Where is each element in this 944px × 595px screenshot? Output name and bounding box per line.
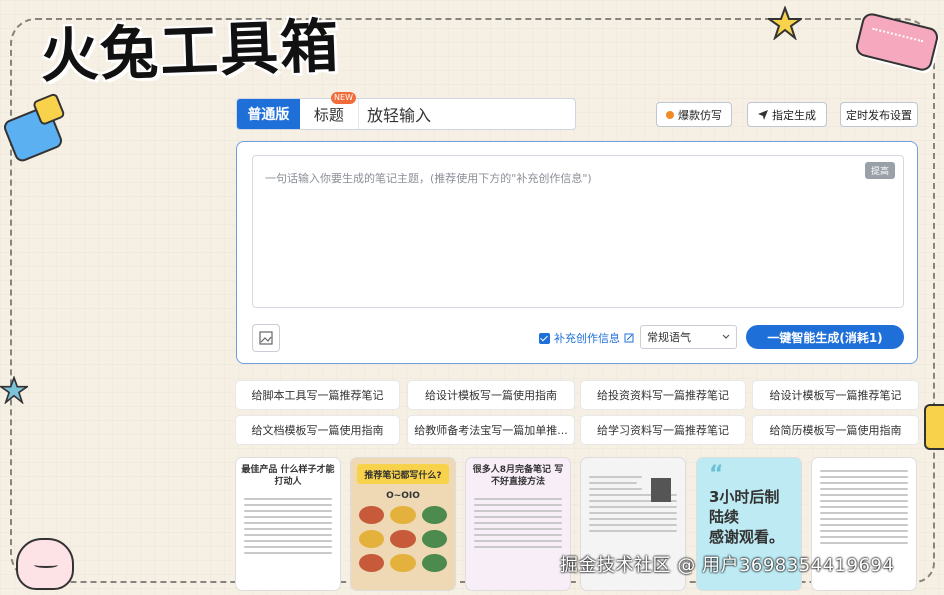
tab-title-label: 标题 [313,105,344,124]
improve-chip[interactable]: 提高 [864,162,895,179]
bear-sticker [16,538,74,590]
fixed-generate-label: 指定生成 [772,108,816,122]
thumbnail-title: 很多人8月完备笔记 写不好直接方法 [472,465,564,487]
suggestion-chip[interactable]: 给文档模板写一篇使用指南 [236,416,399,444]
thumbnail-icons [351,502,455,576]
template-thumbnail[interactable]: 很多人8月完备笔记 写不好直接方法 [466,458,570,590]
thumbnail-title: 最佳产品 什么样子才能打动人 [241,465,335,487]
tab-normal[interactable]: 普通版 [237,99,300,129]
imitate-label: 爆款仿写 [678,108,722,122]
fixed-generate-button[interactable]: 指定生成 [747,102,827,127]
quote-icon: “ [709,462,724,487]
mode-bar: 普通版 标题 NEW [236,92,576,130]
supplement-checkbox[interactable]: 补充创作信息 [539,330,634,346]
schedule-button[interactable]: 定时发布设置 [840,102,918,127]
star-sticker-icon [768,6,802,40]
pencil-sticker [924,404,944,450]
thumbnail-lines [236,490,340,562]
watermark: 掘金技术社区 @ 用户3698354419694 [560,555,895,576]
send-icon [758,109,768,120]
new-badge: NEW [331,92,356,104]
suggestion-chip[interactable]: 给投资资料写一篇推荐笔记 [581,381,745,409]
fire-icon [666,110,674,119]
tone-value: 常规语气 [647,331,691,344]
template-thumbnail[interactable]: 推荐笔记都写什么? O~OIO [351,458,455,590]
resume-photo [651,478,671,502]
editor-panel: 提高 补充创作信息 常规语气 一键智能生成(消耗1) [236,141,918,364]
suggestion-chip[interactable]: 给设计模板写一篇推荐笔记 [753,381,918,409]
title-input[interactable] [359,99,575,129]
thumbnail-lines [466,490,570,556]
supplement-label: 补充创作信息 [554,332,620,345]
upload-image-button[interactable] [252,324,280,352]
suggestion-chip[interactable]: 给设计模板写一篇使用指南 [408,381,574,409]
suggestion-chip[interactable]: 给脚本工具写一篇推荐笔记 [236,381,399,409]
generate-button[interactable]: 一键智能生成(消耗1) [746,325,904,349]
imitate-button[interactable]: 爆款仿写 [656,102,732,127]
suggestion-chip[interactable]: 给学习资料写一篇推荐笔记 [581,416,745,444]
checkbox-icon [539,332,550,344]
tab-title[interactable]: 标题 NEW [300,92,359,129]
thumbnail-text: 3小时后制 陆续 感谢观看。 [709,488,785,546]
chevron-down-icon [722,334,730,339]
topic-textarea[interactable] [252,155,904,308]
thumbnail-subtitle: O~OIO [386,491,420,501]
image-icon [259,331,273,345]
suggestion-chip[interactable]: 给简历模板写一篇使用指南 [753,416,918,444]
thumbnail-lines [812,458,916,552]
suggestion-chip[interactable]: 给教师备考法宝写一篇加单推... [408,416,574,444]
tone-select[interactable]: 常规语气 [640,325,737,349]
app-title: 火兔工具箱 [39,11,342,91]
edit-icon [624,333,634,343]
thumbnail-title: 推荐笔记都写什么? [357,464,449,484]
star-sticker-icon [0,376,28,404]
template-thumbnail[interactable]: 最佳产品 什么样子才能打动人 [236,458,340,590]
